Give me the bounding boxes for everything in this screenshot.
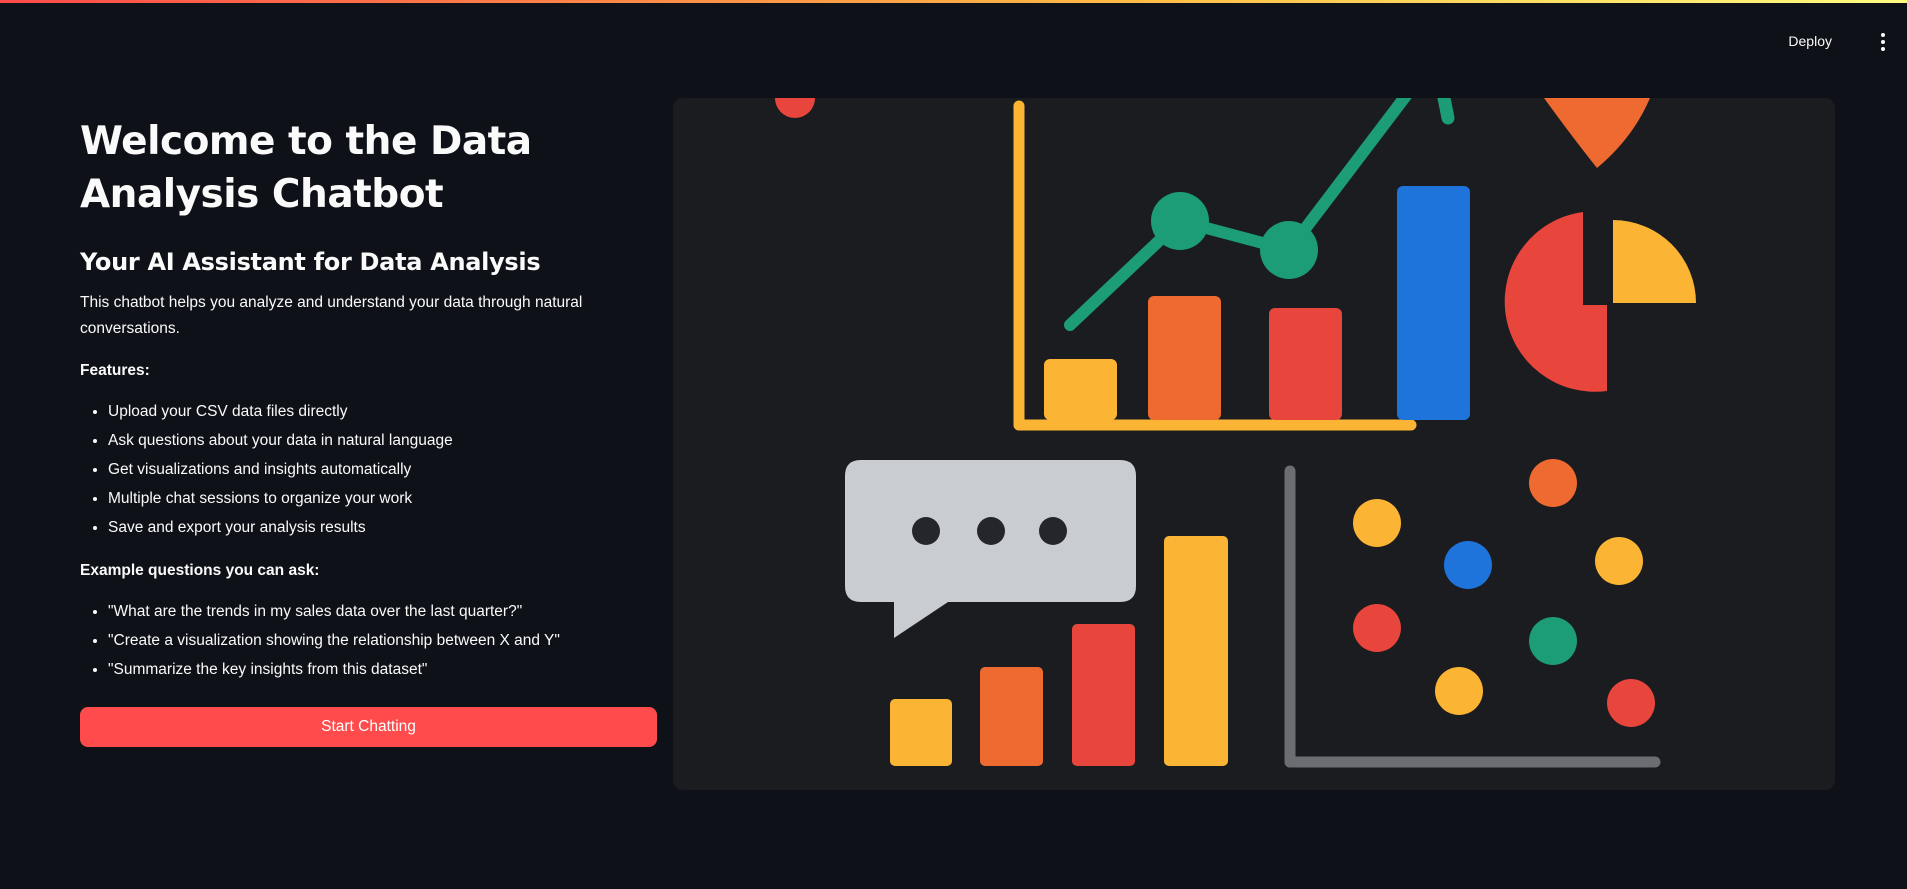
list-item: Upload your CSV data files directly [108,397,658,426]
decorative-line [1437,98,1455,125]
data-analytics-illustration-icon [673,98,1835,790]
bar [890,699,952,766]
bar [1072,624,1135,766]
chat-dot [1039,517,1067,545]
scatter-point [1353,604,1401,652]
deploy-button[interactable]: Deploy [1784,27,1836,55]
vertical-dots-icon[interactable] [1873,30,1893,54]
scatter-point [1435,667,1483,715]
bar [1397,186,1470,420]
scatter-point [1353,499,1401,547]
decorative-dot [775,98,815,118]
chat-dot [912,517,940,545]
features-heading: Features: [80,362,150,379]
bar [1269,308,1342,420]
scatter-point [1529,459,1577,507]
trend-line [1064,98,1412,331]
list-item: Save and export your analysis results [108,513,658,542]
bar [1148,296,1221,420]
bar [1164,536,1228,766]
examples-list: "What are the trends in my sales data ov… [80,597,658,684]
scatter-point [1444,541,1492,589]
welcome-content: Welcome to the Data Analysis Chatbot You… [80,115,658,684]
chat-bubble [845,460,1136,638]
app-header: Deploy [0,3,1907,73]
list-item: "What are the trends in my sales data ov… [108,597,658,626]
list-item: "Summarize the key insights from this da… [108,655,658,684]
list-item: Multiple chat sessions to organize your … [108,484,658,513]
list-item: Get visualizations and insights automati… [108,455,658,484]
scatter-point [1595,537,1643,585]
start-chatting-button[interactable]: Start Chatting [80,707,657,747]
pie-slice [1613,220,1696,303]
chat-dot [977,517,1005,545]
pie-slice [1504,212,1607,392]
page-subtitle: Your AI Assistant for Data Analysis [80,248,541,276]
bar [980,667,1043,766]
scatter-point [1529,617,1577,665]
trend-point [1151,192,1209,250]
list-item: Ask questions about your data in natural… [108,426,658,455]
bar [1044,359,1117,420]
intro-text: This chatbot helps you analyze and under… [80,294,583,337]
features-list: Upload your CSV data files directly Ask … [80,397,658,542]
page-title: Welcome to the Data Analysis Chatbot [80,119,532,217]
decorative-triangle [1544,98,1650,168]
list-item: "Create a visualization showing the rela… [108,626,658,655]
examples-heading: Example questions you can ask: [80,562,320,579]
trend-point [1260,221,1318,279]
scatter-point [1607,679,1655,727]
